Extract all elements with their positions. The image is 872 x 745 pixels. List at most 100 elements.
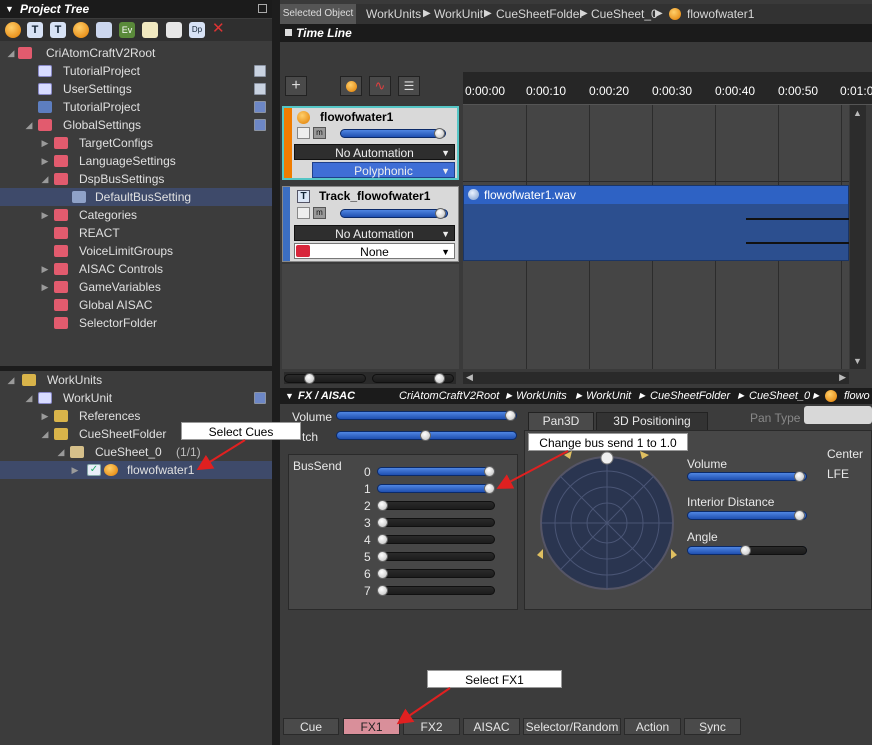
list-view-button[interactable]: ☰ bbox=[398, 76, 420, 96]
track-select[interactable]: None ▼ bbox=[294, 243, 455, 259]
expand-arrow-icon[interactable]: ▶ bbox=[40, 260, 50, 278]
tree-item-languagesettings[interactable]: ▶ LanguageSettings bbox=[0, 152, 272, 170]
expand-arrow-icon[interactable]: ▶ bbox=[40, 206, 50, 224]
add-button[interactable]: + bbox=[285, 76, 307, 96]
bus-send-slider[interactable] bbox=[377, 569, 495, 578]
automation-icon[interactable] bbox=[297, 207, 310, 219]
tree-item-aisac-controls[interactable]: ▶ AISAC Controls bbox=[0, 260, 272, 278]
expand-arrow-icon[interactable]: ◢ bbox=[24, 116, 34, 134]
breadcrumb-item[interactable]: CueSheet_0 bbox=[591, 4, 658, 24]
pan-volume-slider[interactable] bbox=[687, 472, 807, 481]
material-icon[interactable] bbox=[96, 22, 112, 38]
slider-knob[interactable] bbox=[377, 551, 388, 562]
cue-mode-select[interactable]: Polyphonic ▼ bbox=[312, 162, 455, 178]
tree-item-dspbussettings[interactable]: ◢ DspBusSettings bbox=[0, 170, 272, 188]
event-icon[interactable]: Ev bbox=[119, 22, 135, 38]
interior-distance-slider[interactable] bbox=[687, 511, 807, 520]
tree-item-tutorialproject-2[interactable]: TutorialProject bbox=[0, 98, 272, 116]
tree-item-targetconfigs[interactable]: ▶ TargetConfigs bbox=[0, 134, 272, 152]
save-icon[interactable] bbox=[254, 101, 266, 113]
expand-arrow-icon[interactable]: ◢ bbox=[40, 170, 50, 188]
expand-arrow-icon[interactable]: ◢ bbox=[6, 44, 16, 62]
slider-knob[interactable] bbox=[420, 430, 431, 441]
slider-knob[interactable] bbox=[377, 517, 388, 528]
tree-item-workunits[interactable]: ◢ WorkUnits bbox=[0, 371, 272, 389]
text-track-icon[interactable]: T bbox=[50, 22, 66, 38]
breadcrumb-item[interactable]: WorkUnits bbox=[366, 4, 421, 24]
tree-item-categories[interactable]: ▶ Categories bbox=[0, 206, 272, 224]
mute-icon[interactable]: m bbox=[313, 127, 326, 139]
mute-icon[interactable]: m bbox=[313, 207, 326, 219]
tool-icon[interactable] bbox=[166, 22, 182, 38]
slider-knob[interactable] bbox=[794, 471, 805, 482]
cue-icon[interactable] bbox=[5, 22, 21, 38]
pan-tab-pan3d[interactable]: Pan3D bbox=[528, 412, 594, 430]
breadcrumb-item[interactable]: flowofwater1 bbox=[687, 4, 754, 24]
checkbox-icon[interactable]: ✓ bbox=[87, 464, 101, 476]
automation-view-button[interactable]: ∿ bbox=[369, 76, 391, 96]
slider-knob[interactable] bbox=[304, 373, 315, 384]
aisac-icon[interactable] bbox=[142, 22, 158, 38]
tree-item-workunit[interactable]: ◢ WorkUnit bbox=[0, 389, 272, 407]
expand-arrow-icon[interactable]: ◢ bbox=[56, 443, 66, 461]
tree-item-tutorialproject[interactable]: TutorialProject bbox=[0, 62, 272, 80]
tab-cue[interactable]: Cue bbox=[283, 718, 339, 735]
tree-item-defaultbussetting[interactable]: DefaultBusSetting bbox=[0, 188, 272, 206]
bus-send-slider[interactable] bbox=[377, 501, 495, 510]
collapse-arrow-icon[interactable]: ▼ bbox=[285, 388, 294, 404]
tab-action[interactable]: Action bbox=[624, 718, 681, 735]
tab-selector-random[interactable]: Selector/Random bbox=[523, 718, 621, 735]
track-hscroll[interactable] bbox=[284, 372, 456, 384]
tab-aisac[interactable]: AISAC bbox=[463, 718, 520, 735]
collapse-arrow-icon[interactable]: ▼ bbox=[5, 0, 14, 18]
bus-send-slider[interactable] bbox=[377, 518, 495, 527]
expand-arrow-icon[interactable]: ▶ bbox=[40, 407, 50, 425]
save-icon[interactable] bbox=[254, 392, 266, 404]
slider-knob[interactable] bbox=[484, 483, 495, 494]
tab-fx1[interactable]: FX1 bbox=[343, 718, 400, 735]
expand-arrow-icon[interactable]: ◢ bbox=[40, 425, 50, 443]
track-header[interactable]: T Track_flowofwater1 m No Automation ▼ No… bbox=[282, 186, 459, 262]
tree-item-global-aisac[interactable]: Global AISAC bbox=[0, 296, 272, 314]
time-ruler[interactable]: 0:00:00 0:00:10 0:00:20 0:00:30 0:00:40 … bbox=[463, 72, 872, 105]
waveform-region[interactable]: flowofwater1.wav bbox=[463, 185, 849, 261]
bus-send-slider[interactable] bbox=[377, 535, 495, 544]
track-volume-slider[interactable] bbox=[340, 209, 448, 218]
slider-knob[interactable] bbox=[435, 208, 446, 219]
bus-send-slider[interactable] bbox=[377, 467, 495, 476]
main-splitter[interactable] bbox=[272, 0, 280, 745]
slider-knob[interactable] bbox=[434, 373, 445, 384]
tree-item-gamevariables[interactable]: ▶ GameVariables bbox=[0, 278, 272, 296]
tab-sync[interactable]: Sync bbox=[684, 718, 741, 735]
save-icon[interactable] bbox=[254, 83, 266, 95]
dsp-icon[interactable]: Dp bbox=[189, 22, 205, 38]
slider-knob[interactable] bbox=[377, 568, 388, 579]
bus-send-slider[interactable] bbox=[377, 586, 495, 595]
track-icon[interactable]: T bbox=[27, 22, 43, 38]
tree-item-voicelimitgroups[interactable]: VoiceLimitGroups bbox=[0, 242, 272, 260]
fx-volume-slider[interactable] bbox=[336, 411, 517, 420]
scroll-up-icon[interactable]: ▲ bbox=[853, 108, 862, 118]
pan-tab-3d-positioning[interactable]: 3D Positioning bbox=[596, 412, 708, 430]
timeline-hscroll[interactable]: ◀ ▶ bbox=[463, 372, 849, 384]
breadcrumb-item[interactable]: CueSheetFolder bbox=[496, 4, 583, 24]
pan-circle[interactable] bbox=[537, 445, 697, 595]
cue-view-button[interactable] bbox=[340, 76, 362, 96]
slider-knob[interactable] bbox=[740, 545, 751, 556]
tree-item-globalsettings[interactable]: ◢ GlobalSettings bbox=[0, 116, 272, 134]
slider-knob[interactable] bbox=[484, 466, 495, 477]
expand-arrow-icon[interactable]: ▶ bbox=[40, 152, 50, 170]
zoom-slider[interactable] bbox=[284, 374, 366, 383]
scroll-left-icon[interactable]: ◀ bbox=[466, 372, 473, 383]
slider-knob[interactable] bbox=[794, 510, 805, 521]
tree-item-usersettings[interactable]: UserSettings bbox=[0, 80, 272, 98]
track-automation-select[interactable]: No Automation ▼ bbox=[294, 225, 455, 241]
minimize-icon[interactable] bbox=[258, 4, 267, 13]
tree-item-react[interactable]: REACT bbox=[0, 224, 272, 242]
expand-arrow-icon[interactable]: ▶ bbox=[40, 278, 50, 296]
timeline-grid[interactable]: flowofwater1.wav bbox=[463, 105, 849, 369]
bus-send-slider[interactable] bbox=[377, 552, 495, 561]
track-list-empty[interactable] bbox=[282, 264, 459, 369]
slider-knob[interactable] bbox=[377, 534, 388, 545]
bus-send-slider[interactable] bbox=[377, 484, 495, 493]
